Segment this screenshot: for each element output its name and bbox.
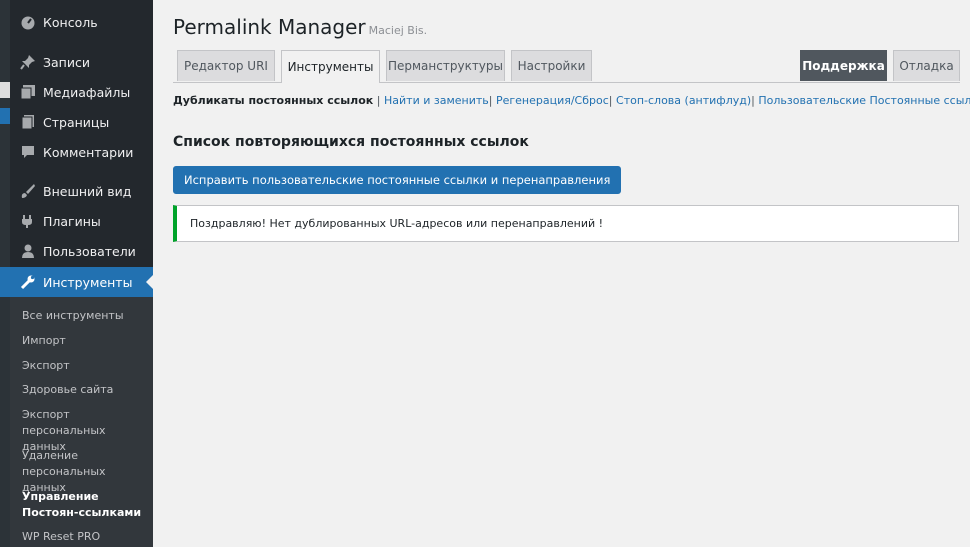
sidebar-item-tools[interactable]: Инструменты [0,267,153,297]
success-notice: Поздравляю! Нет дублированных URL-адресо… [173,205,959,242]
pin-icon [20,54,36,70]
sidebar-item-comments[interactable]: Комментарии [0,137,153,167]
tab-tools[interactable]: Инструменты [281,50,380,83]
subnav-custom-permalinks[interactable]: Пользовательские Постоянные ссылки [758,94,970,107]
nav-tab-wrapper: Редактор URI Инструменты Перманструктуры… [173,50,960,83]
submenu-site-health[interactable]: Здоровье сайта [22,382,147,398]
subnav-separator: | [488,94,493,107]
submenu-import[interactable]: Импорт [22,333,147,349]
page-title-text: Permalink Manager [173,15,366,39]
section-heading: Список повторяющихся постоянных ссылок [173,134,529,150]
subnav-separator: | [376,94,381,107]
submenu-export[interactable]: Экспорт [22,358,147,374]
admin-sidebar: Консоль Записи Медиафайлы Страницы Комме… [0,0,153,547]
author-link[interactable]: Maciej Bis. [369,24,428,37]
comments-icon [20,144,36,160]
subnav-duplicates[interactable]: Дубликаты постоянных ссылок [173,94,373,107]
sidebar-item-pages[interactable]: Страницы [0,107,153,137]
tab-support[interactable]: Поддержка [800,50,887,81]
submenu-permalink-manager[interactable]: Управление Постоян-ссылками [22,489,147,521]
sidebar-item-label: Консоль [43,14,98,30]
media-icon [20,84,36,100]
submenu-wp-reset-pro[interactable]: WP Reset PRO [22,529,147,545]
subnav-find-replace[interactable]: Найти и заменить [384,94,489,107]
tab-settings[interactable]: Настройки [511,50,592,81]
tab-uri-editor[interactable]: Редактор URI [177,50,275,81]
fix-permalinks-button[interactable]: Исправить пользовательские постоянные сс… [173,166,622,194]
sidebar-item-label: Страницы [43,114,110,130]
tools-subnav: Дубликаты постоянных ссылок | Найти и за… [173,94,970,107]
page-title: Permalink Manager Maciej Bis. [173,15,427,39]
subnav-stop-words[interactable]: Стоп-слова (антифлуд) [616,94,751,107]
sidebar-item-label: Внешний вид [43,183,132,199]
pages-icon [20,114,36,130]
plugins-icon [20,213,36,229]
sidebar-item-posts[interactable]: Записи [0,47,153,77]
sidebar-item-label: Инструменты [43,274,133,290]
sidebar-item-users[interactable]: Пользователи [0,236,153,266]
sidebar-item-label: Записи [43,54,90,70]
tab-permastructures[interactable]: Перманструктуры [386,50,505,81]
users-icon [20,243,36,259]
appearance-icon [20,183,36,199]
sidebar-item-label: Плагины [43,213,101,229]
notice-text: Поздравляю! Нет дублированных URL-адресо… [190,217,604,230]
dashboard-icon [20,14,36,30]
sidebar-item-label: Пользователи [43,243,136,259]
tab-debug[interactable]: Отладка [893,50,960,81]
subnav-separator: | [751,94,755,107]
sidebar-item-label: Комментарии [43,144,134,160]
sidebar-item-appearance[interactable]: Внешний вид [0,176,153,206]
tools-icon [20,274,36,290]
sidebar-item-media[interactable]: Медиафайлы [0,77,153,107]
tools-submenu: Все инструменты Импорт Экспорт Здоровье … [10,297,153,547]
sidebar-item-plugins[interactable]: Плагины [0,206,153,236]
subnav-regenerate-reset[interactable]: Регенерация/Сброс [496,94,609,107]
subnav-separator: | [608,94,613,107]
submenu-all-tools[interactable]: Все инструменты [22,308,147,324]
sidebar-item-dashboard[interactable]: Консоль [0,7,153,37]
sidebar-item-label: Медиафайлы [43,84,131,100]
